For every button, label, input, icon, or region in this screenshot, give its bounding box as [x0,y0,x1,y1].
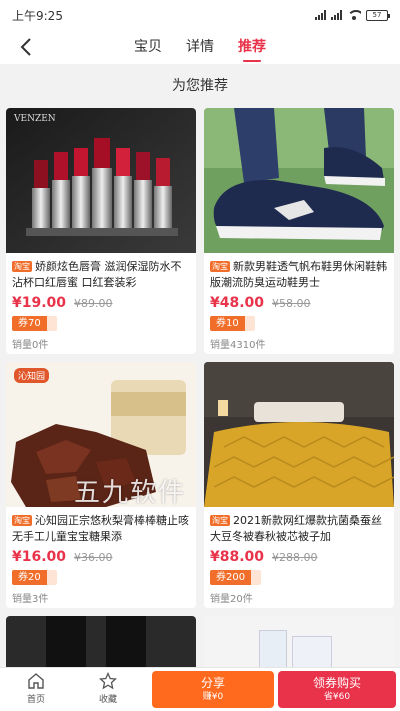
share-button[interactable]: 分享 赚¥0 [152,671,274,708]
product-price: ¥16.00 [12,549,67,565]
tab-recommend[interactable]: 推荐 [238,36,266,62]
coupon-badge[interactable]: 券200 [210,570,262,585]
status-icons: 57 [315,9,390,21]
favorite-label: 收藏 [98,695,117,705]
battery-icon: 57 [366,9,390,21]
product-card[interactable]: 淘宝 2021新款网红爆款抗菌桑蚕丝大豆冬被春秋被芯被子加 ¥88.00 ¥288… [204,362,394,608]
home-icon [28,673,44,689]
product-title: 淘宝 沁知园正宗悠秋梨膏棒棒糖止咳无手工儿童宝宝糖果添 [12,514,189,543]
product-title: 淘宝 娇颜炫色唇膏 滋润保湿防水不沾杯口红唇蜜 口红套装彩 [12,260,182,289]
home-button[interactable]: 首页 [14,672,58,705]
product-title: 淘宝 2021新款网红爆款抗菌桑蚕丝大豆冬被春秋被芯被子加 [210,514,382,543]
tab-bar: 宝贝 详情 推荐 [0,36,400,62]
share-label: 分享 [200,676,225,690]
bottom-bar: 首页 收藏 分享 赚¥0 领券购买 省¥60 [0,667,400,711]
product-price: ¥48.00 [210,295,265,311]
original-price: ¥58.00 [272,297,311,310]
original-price: ¥36.00 [74,551,113,564]
product-image-quilt [204,362,394,507]
platform-tag: 淘宝 [210,261,230,272]
brand-logo: 沁知园 [14,368,50,383]
product-price: ¥19.00 [12,295,67,311]
watermark: 五九软件 [74,478,187,508]
star-icon [99,672,117,690]
product-grid: VENZEN 淘宝 娇颜炫色唇膏 滋润保湿防水不沾杯口红唇蜜 口红套装彩 ¥19.… [6,108,394,678]
product-card[interactable]: 淘宝 新款男鞋透气帆布鞋男休闲鞋韩版潮流防臭运动鞋男士 ¥48.00 ¥58.00… [204,108,394,354]
buy-label: 领券购买 [312,676,361,690]
product-price: ¥88.00 [210,549,265,565]
sales-count: 销量3件 [12,594,49,605]
status-time: 上午9:25 [12,8,63,23]
product-image-lipstick: VENZEN [6,108,196,253]
original-price: ¥89.00 [74,297,113,310]
nav-bar: 宝贝 详情 推荐 [0,30,400,64]
buy-save: 省¥60 [323,692,351,702]
section-title: 为您推荐 [0,64,400,108]
sales-count: 销量20件 [210,594,253,605]
platform-tag: 淘宝 [12,515,32,526]
favorite-button[interactable]: 收藏 [86,672,130,705]
coupon-badge[interactable]: 券20 [12,570,57,585]
sales-count: 销量4310件 [210,340,266,351]
brand-logo: VENZEN [14,114,56,124]
product-card[interactable]: VENZEN 淘宝 娇颜炫色唇膏 滋润保湿防水不沾杯口红唇蜜 口红套装彩 ¥19.… [6,108,196,354]
sales-count: 销量0件 [12,340,49,351]
coupon-buy-button[interactable]: 领券购买 省¥60 [278,671,396,708]
coupon-badge[interactable]: 券10 [210,316,255,331]
home-label: 首页 [26,695,45,705]
signal-icon-2 [331,10,342,20]
share-earn: 赚¥0 [202,692,224,702]
original-price: ¥288.00 [272,551,318,564]
status-bar: 上午9:25 57 [0,0,400,30]
tab-item[interactable]: 宝贝 [134,36,162,62]
wifi-icon [347,10,361,20]
platform-tag: 淘宝 [210,515,230,526]
platform-tag: 淘宝 [12,261,32,272]
coupon-badge[interactable]: 券70 [12,316,57,331]
signal-icon [315,10,326,20]
tab-details[interactable]: 详情 [186,36,214,62]
product-title: 淘宝 新款男鞋透气帆布鞋男休闲鞋韩版潮流防臭运动鞋男士 [210,260,387,289]
product-image-sneaker [204,108,394,253]
